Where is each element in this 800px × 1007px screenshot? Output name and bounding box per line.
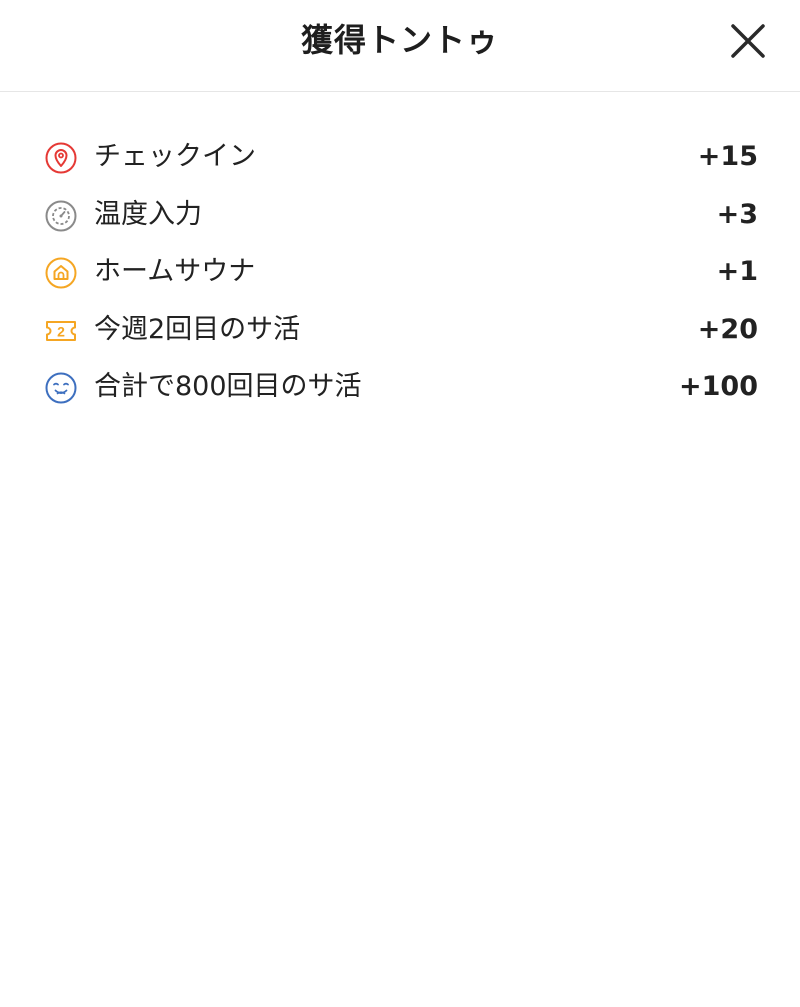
item-label: ホームサウナ: [94, 256, 256, 287]
item-label: チェックイン: [94, 141, 256, 172]
item-points: +1: [716, 256, 758, 287]
relaxed-face-icon: [45, 372, 77, 404]
modal-header: 獲得トントゥ: [0, 0, 800, 92]
list-item-total-visits: 合計で800回目のサ活 +100: [0, 358, 800, 416]
page-title: 獲得トントゥ: [300, 21, 499, 59]
svg-text:2: 2: [57, 323, 65, 339]
thermometer-gauge-icon: [45, 200, 77, 232]
ticket-2-icon: 2: [45, 315, 77, 347]
list-item-weekly-visit: 2 今週2回目のサ活 +20: [0, 301, 800, 359]
list-item-temperature: 温度入力 +3: [0, 186, 800, 244]
item-points: +100: [679, 371, 758, 402]
home-icon: [45, 257, 77, 289]
item-label: 温度入力: [94, 198, 202, 230]
list-item-checkin: チェックイン +15: [0, 128, 800, 186]
close-button[interactable]: [728, 21, 768, 61]
item-label: 合計で800回目のサ活: [94, 371, 362, 402]
points-breakdown-list: チェックイン +15 温度入力 +3 ホームサウナ +1 2 今週2回目のサ活 …: [0, 128, 800, 416]
list-item-home-sauna: ホームサウナ +1: [0, 243, 800, 301]
close-icon: [731, 24, 765, 58]
item-points: +20: [697, 313, 758, 345]
map-pin-icon: [45, 142, 77, 174]
item-points: +3: [716, 198, 758, 230]
item-label: 今週2回目のサ活: [94, 313, 301, 345]
item-points: +15: [697, 141, 758, 172]
